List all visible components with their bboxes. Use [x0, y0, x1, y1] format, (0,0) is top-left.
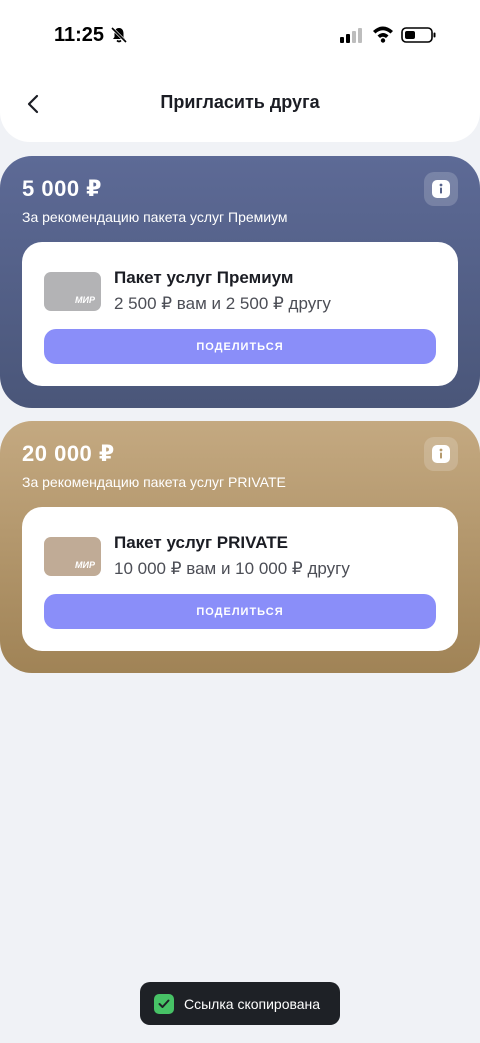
card-description: 2 500 ₽ вам и 2 500 ₽ другу: [114, 294, 331, 313]
toast-text: Ссылка скопирована: [184, 995, 321, 1012]
signal-icon: [340, 28, 362, 43]
offer-amount: 5 000 ₽: [22, 176, 102, 201]
offer-amount: 20 000 ₽: [22, 441, 115, 466]
page-title: Пригласить друга: [160, 92, 320, 112]
info-button[interactable]: [424, 437, 458, 471]
offer-subtitle: За рекомендацию пакета услуг Премиум: [22, 209, 288, 225]
mir-logo: МИР: [75, 560, 95, 570]
package-card: МИР Пакет услуг Премиум 2 500 ₽ вам и 2 …: [22, 242, 458, 386]
bell-off-icon: [110, 26, 128, 44]
card-title: Пакет услуг PRIVATE: [114, 533, 288, 552]
mir-logo: МИР: [75, 295, 95, 305]
package-card: МИР Пакет услуг PRIVATE 10 000 ₽ вам и 1…: [22, 507, 458, 651]
offer-private: 20 000 ₽ За рекомендацию пакета услуг PR…: [0, 421, 480, 673]
wifi-icon: [373, 26, 393, 43]
share-button[interactable]: ПОДЕЛИТЬСЯ: [44, 594, 436, 629]
top-bar: 11:25 Пригласить друга: [0, 0, 480, 142]
status-time: 11:25: [54, 24, 105, 46]
info-icon: [432, 445, 450, 463]
card-title: Пакет услуг Премиум: [114, 268, 294, 287]
info-icon: [432, 180, 450, 198]
card-image: МИР: [44, 272, 101, 311]
battery-icon: [401, 27, 436, 43]
info-button[interactable]: [424, 172, 458, 206]
offer-subtitle: За рекомендацию пакета услуг PRIVATE: [22, 474, 286, 490]
check-icon: [154, 993, 174, 1014]
card-description: 10 000 ₽ вам и 10 000 ₽ другу: [114, 559, 350, 578]
card-image: МИР: [44, 537, 101, 576]
offer-premium: 5 000 ₽ За рекомендацию пакета услуг Пре…: [0, 156, 480, 408]
toast: Ссылка скопирована: [140, 982, 340, 1025]
share-button[interactable]: ПОДЕЛИТЬСЯ: [44, 329, 436, 364]
